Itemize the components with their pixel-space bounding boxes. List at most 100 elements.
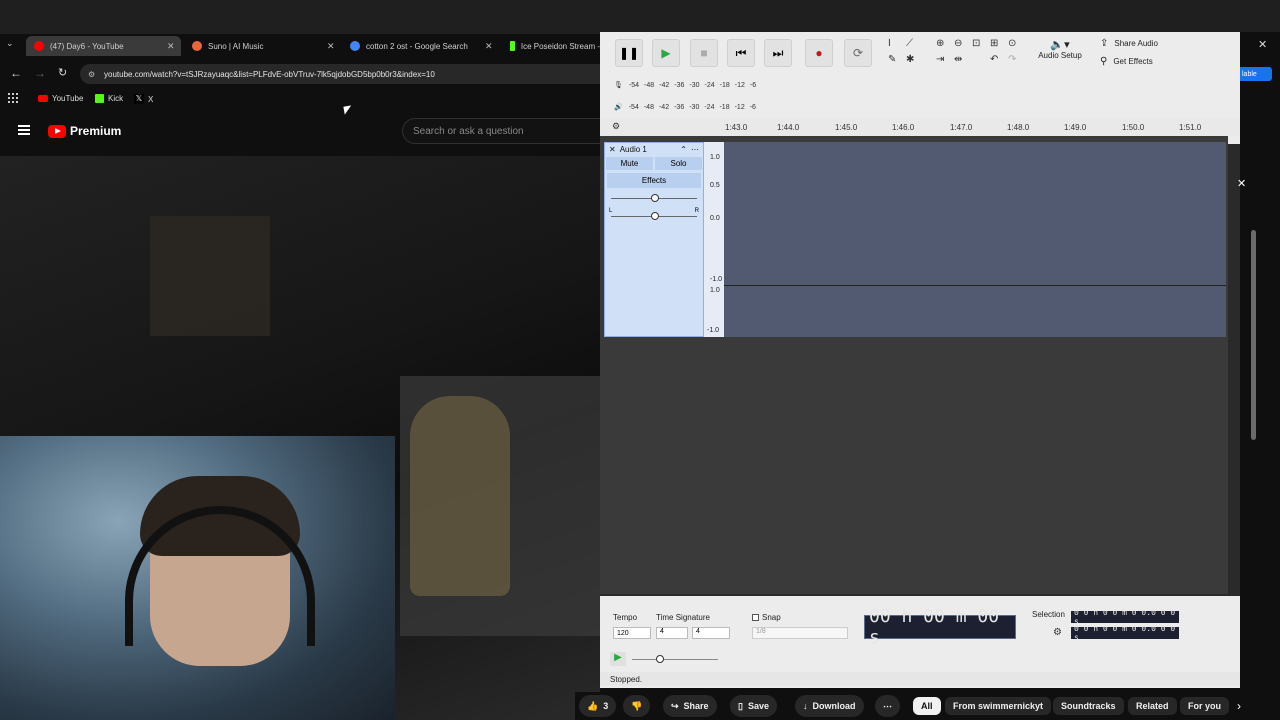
track-name[interactable]: Audio 1 [620, 145, 677, 154]
save-button[interactable]: ▯ Save [730, 695, 777, 717]
pan-slider[interactable]: L R [609, 208, 699, 224]
more-actions-button[interactable]: ⋯ [875, 695, 900, 717]
chip-soundtracks[interactable]: Soundtracks [1053, 697, 1124, 715]
waveform-area[interactable] [724, 142, 1226, 337]
timeline-ruler[interactable]: ⚙ 1:43.0 1:44.0 1:45.0 1:46.0 1:47.0 1:4… [600, 118, 1240, 136]
skip-to-end-button[interactable]: ⏭ [764, 39, 792, 67]
envelope-tool-icon[interactable]: ⟋ [906, 38, 924, 54]
timeline-settings-icon[interactable]: ⚙ [612, 121, 620, 132]
download-button[interactable]: ↓ Download [795, 695, 864, 717]
draw-tool-icon[interactable]: ✎ [888, 54, 906, 70]
tempo-input[interactable]: 120 [613, 627, 651, 639]
share-button[interactable]: ↪ Share [663, 695, 717, 717]
back-arrow-icon[interactable]: ← [10, 66, 22, 80]
bookmark-youtube[interactable]: YouTube [38, 94, 83, 103]
effects-button[interactable]: Effects [607, 173, 701, 188]
audio-setup-button[interactable]: 🔈▾ Audio Setup [1036, 38, 1084, 60]
speed-slider-thumb[interactable] [656, 655, 664, 663]
forward-arrow-icon[interactable]: → [34, 66, 46, 80]
stop-button[interactable]: ■ [690, 39, 718, 67]
selection-start[interactable]: 0 0 h 0 0 m 0 0.0 0 0 s [1071, 608, 1179, 626]
brand-label: Premium [70, 124, 122, 138]
get-effects-button[interactable]: ⚲ Get Effects [1100, 56, 1153, 67]
bookmark-label: YouTube [52, 94, 84, 103]
play-speed-slider[interactable] [632, 655, 718, 663]
youtube-favicon-icon [38, 95, 48, 102]
close-window-icon[interactable]: ✕ [1258, 38, 1267, 51]
ruler-tick: 1:49.0 [1064, 123, 1087, 132]
share-arrow-icon: ↪ [671, 700, 679, 711]
share-audio-button[interactable]: ⇪ Share Audio [1100, 38, 1158, 49]
tab-search-button[interactable]: ⌄ [6, 38, 20, 52]
solo-button[interactable]: Solo [655, 157, 702, 170]
dislike-button[interactable]: 👎 [623, 695, 651, 717]
play-button[interactable]: ▶ [652, 39, 680, 67]
close-tab-icon[interactable]: ✕ [167, 41, 175, 52]
gain-slider-thumb[interactable] [651, 194, 659, 202]
bookmark-x[interactable]: 𝕏 X [134, 94, 153, 104]
time-signature-denominator[interactable]: 4 [692, 627, 730, 639]
snap-select[interactable]: 1/8 [752, 627, 848, 639]
snap-checkbox[interactable]: Snap [752, 613, 781, 622]
tab-suno[interactable]: Suno | AI Music ✕ [186, 36, 341, 56]
selection-settings-icon[interactable]: ⚙ [1053, 627, 1062, 638]
scale-label: 1.0 [710, 287, 720, 294]
time-signature-numerator[interactable]: 4 [656, 627, 688, 639]
search-input[interactable]: Search or ask a question [402, 118, 600, 144]
undo-icon[interactable]: ↶ [990, 54, 1008, 70]
redo-icon[interactable]: ↷ [1008, 54, 1026, 70]
youtube-premium-logo[interactable]: Premium [48, 124, 121, 138]
gain-slider[interactable] [611, 190, 697, 206]
site-info-icon[interactable]: ⚙ [88, 70, 95, 79]
play-at-speed-button[interactable]: ▶ [610, 652, 626, 666]
tab-kick[interactable]: Ice Poseidon Stream - [504, 36, 600, 56]
close-tab-icon[interactable]: ✕ [327, 41, 335, 52]
close-track-icon[interactable]: ✕ [609, 145, 616, 154]
multi-tool-icon[interactable]: ✱ [906, 54, 924, 70]
menu-hamburger-icon[interactable] [18, 125, 30, 135]
tab-google[interactable]: cotton 2 ost - Google Search ✕ [344, 36, 499, 56]
mute-button[interactable]: Mute [606, 157, 653, 170]
ruler-tick: 1:44.0 [777, 123, 800, 132]
tab-youtube[interactable]: (47) Day6 - YouTube ✕ [26, 36, 181, 56]
reload-icon[interactable]: ↻ [58, 66, 67, 79]
zoom-group: ⊕ ⊖ ⊡ ⊞ ⊙ ⇥ ⇹ ↶ ↷ [936, 38, 1026, 70]
zoom-in-icon[interactable]: ⊕ [936, 38, 954, 54]
chips-next-icon[interactable]: › [1237, 699, 1241, 713]
chip-for-you[interactable]: For you [1180, 697, 1229, 715]
zoom-out-icon[interactable]: ⊖ [954, 38, 972, 54]
apps-grid-icon[interactable] [8, 93, 18, 103]
playback-meter[interactable]: 🔊 -54 -48 -42 -36 -30 -24 -18 -12 -6 [614, 100, 794, 114]
address-bar[interactable]: ⚙ youtube.com/watch?v=tSJRzayuaqc&list=P… [80, 64, 600, 84]
collapse-icon[interactable]: ⌃ [680, 145, 687, 154]
like-button[interactable]: 👍 3 [579, 695, 617, 717]
amplitude-ruler: 1.0 0.5 0.0 -1.0 1.0 -1.0 [704, 142, 724, 337]
fit-project-icon[interactable]: ⊞ [990, 38, 1008, 54]
time-display[interactable]: 00 h 00 m 00 s [864, 606, 1016, 648]
close-tab-icon[interactable]: ✕ [485, 41, 493, 52]
close-panel-icon[interactable]: ✕ [1237, 177, 1246, 190]
loop-button[interactable]: ⟳ [844, 39, 872, 67]
chip-all[interactable]: All [913, 697, 941, 715]
fit-selection-icon[interactable]: ⊡ [972, 38, 990, 54]
bookmark-kick[interactable]: Kick [95, 94, 123, 103]
trim-icon[interactable]: ⇥ [936, 54, 954, 70]
record-meter[interactable]: 🎙 -54 -48 -42 -36 -30 -24 -18 -12 -6 [614, 78, 794, 92]
chip-from-channel[interactable]: From swimmernickyt [945, 697, 1052, 715]
zoom-toggle-icon[interactable]: ⊙ [1008, 38, 1026, 54]
extension-fragment[interactable]: lable [1240, 67, 1272, 81]
download-icon: ↓ [803, 701, 808, 711]
skip-to-start-button[interactable]: ⏮ [727, 39, 755, 67]
silence-icon[interactable]: ⇹ [954, 54, 972, 70]
pan-slider-thumb[interactable] [651, 212, 659, 220]
track-control-panel[interactable]: ✕ Audio 1 ⌃ ⋯ Mute Solo Effects L R [604, 142, 704, 337]
selection-tool-icon[interactable]: I [888, 38, 906, 54]
pause-button[interactable]: ❚❚ [615, 39, 643, 67]
ruler-tick: 1:50.0 [1122, 123, 1145, 132]
speaker-icon: 🔊 [614, 104, 623, 111]
chip-related[interactable]: Related [1128, 697, 1177, 715]
record-button[interactable]: ● [805, 39, 833, 67]
page-scrollbar[interactable] [1251, 230, 1256, 440]
track-menu-icon[interactable]: ⋯ [691, 145, 699, 154]
selection-end[interactable]: 0 0 h 0 0 m 0 0.0 0 0 s [1071, 624, 1179, 642]
